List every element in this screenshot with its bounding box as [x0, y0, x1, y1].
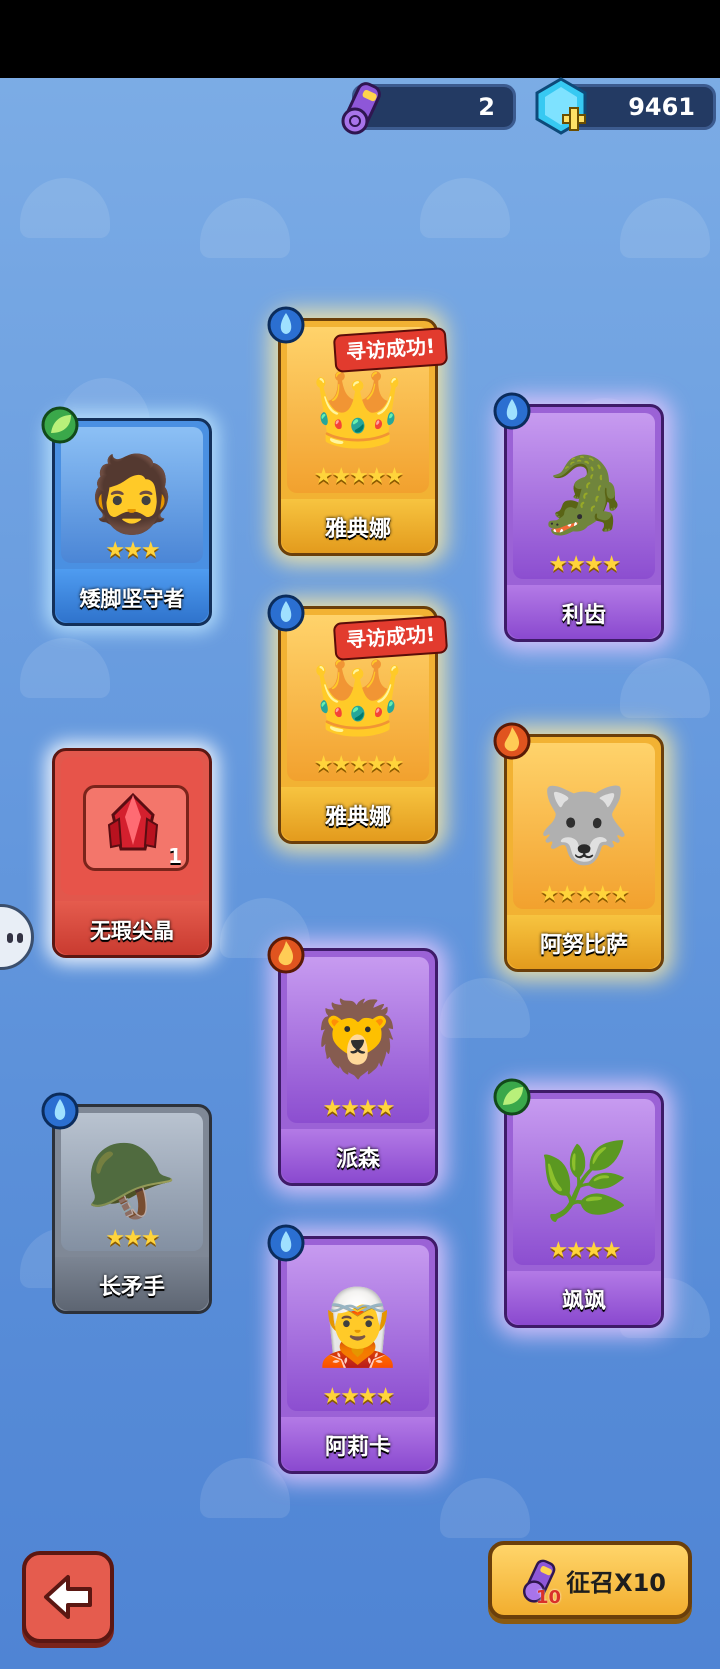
star-rating: ★★★: [105, 538, 160, 563]
status-bar: [0, 0, 720, 78]
hero-card-paisen[interactable]: 🦁 ★★★★ 派森: [267, 936, 438, 1186]
water-element-icon: [41, 1092, 79, 1130]
hero-name: 阿莉卡: [324, 1435, 391, 1460]
eye-dot-icon: [7, 933, 13, 943]
leaf-element-icon: [493, 1078, 531, 1116]
summon-x10-button[interactable]: 10 征召X10: [488, 1541, 692, 1619]
water-element-icon: [267, 306, 305, 344]
dwarf-portrait-icon: 🧔: [85, 451, 179, 538]
item-quantity: 1: [168, 844, 182, 868]
star-rating: ★★★★★: [313, 464, 405, 489]
eye-dot-icon: [17, 933, 23, 943]
athena-portrait-icon: 👑: [311, 366, 405, 453]
crystal-frame: 1: [83, 785, 189, 871]
jackal-portrait-icon: 🐺: [537, 782, 631, 869]
hero-card-anubis[interactable]: 🐺 ★★★★★ 阿努比萨: [493, 722, 664, 972]
item-name: 无瑕尖晶: [90, 919, 174, 943]
crocodile-portrait-icon: 🐊: [537, 452, 631, 539]
spearman-portrait-icon: 🪖: [85, 1138, 179, 1225]
hero-card-alika[interactable]: 🧝 ★★★★ 阿莉卡: [267, 1224, 438, 1474]
hero-name: 阿努比萨: [539, 933, 628, 958]
hero-card-sasa[interactable]: 🌿 ★★★★ 飒飒: [493, 1078, 664, 1328]
back-button[interactable]: [22, 1551, 114, 1643]
hero-card-spearman[interactable]: 🪖 ★★★ 长矛手: [41, 1092, 212, 1314]
summon-label: 征召X10: [566, 1569, 666, 1597]
star-rating: ★★★★: [322, 1096, 396, 1121]
item-portrait: 1: [61, 757, 203, 895]
success-badge: 寻访成功!: [332, 615, 449, 661]
star-rating: ★★★: [105, 1226, 160, 1251]
athena-portrait-icon: 👑: [311, 654, 405, 741]
star-rating: ★★★★★: [539, 882, 631, 907]
summon-scroll-icon: [341, 82, 381, 135]
water-element-icon: [267, 1224, 305, 1262]
water-element-icon: [267, 594, 305, 632]
hero-name: 飒飒: [561, 1289, 606, 1314]
hero-name: 派森: [335, 1147, 380, 1172]
star-rating: ★★★★★: [313, 752, 405, 777]
hero-card-dwarf-guardian[interactable]: 🧔 ★★★ 矮脚坚守者: [41, 406, 212, 626]
scroll-count: 2: [478, 93, 495, 121]
item-card-flawless-spinel[interactable]: 1 无瑕尖晶: [52, 748, 212, 958]
success-badge: 寻访成功!: [332, 327, 449, 373]
hero-name: 雅典娜: [324, 805, 391, 830]
hero-name: 长矛手: [98, 1275, 165, 1300]
star-rating: ★★★★: [548, 1238, 622, 1263]
hero-card-athena-1[interactable]: 👑 ★★★★★ 雅典娜 寻访成功!: [267, 306, 449, 556]
gem-count: 9461: [628, 93, 695, 121]
mystic-portrait-icon: 🧝: [311, 1284, 405, 1371]
star-rating: ★★★★: [322, 1384, 396, 1409]
water-element-icon: [493, 392, 531, 430]
hero-name: 矮脚坚守者: [79, 587, 185, 611]
hero-name: 雅典娜: [324, 517, 391, 542]
jungle-girl-portrait-icon: 🌿: [537, 1138, 631, 1225]
fire-element-icon: [267, 936, 305, 974]
hero-card-lichi[interactable]: 🐊 ★★★★ 利齿: [493, 392, 664, 642]
fire-element-icon: [493, 722, 531, 760]
leaf-element-icon: [41, 406, 79, 444]
gem-counter[interactable]: 9461: [535, 77, 716, 135]
scroll-counter: 2: [341, 82, 516, 135]
gem-icon: [535, 77, 587, 135]
hero-name: 利齿: [561, 603, 606, 628]
summon-scroll-count: 10: [536, 1587, 562, 1608]
hero-card-athena-2[interactable]: 👑 ★★★★★ 雅典娜 寻访成功!: [267, 594, 449, 844]
chieftain-portrait-icon: 🦁: [311, 996, 405, 1083]
star-rating: ★★★★: [548, 552, 622, 577]
back-arrow-icon: [44, 1575, 92, 1619]
